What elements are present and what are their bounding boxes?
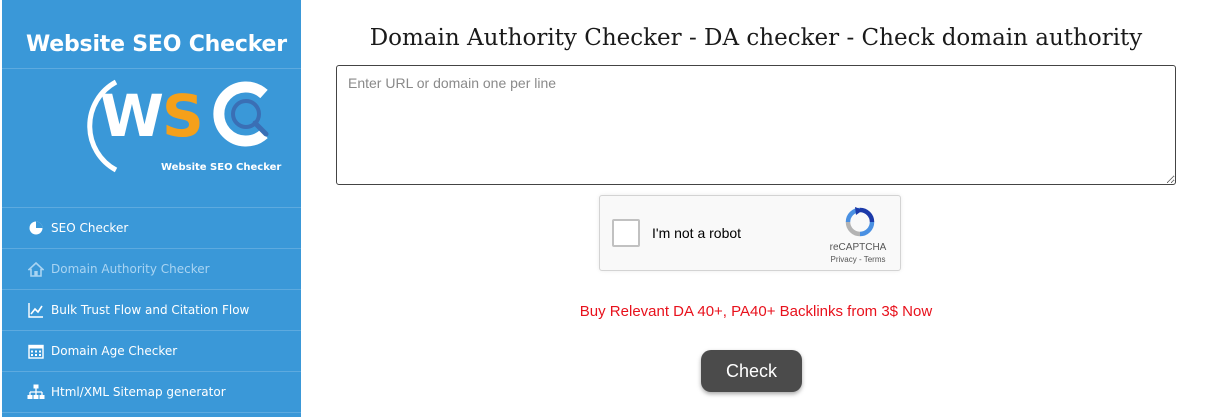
url-input[interactable] [336, 65, 1176, 185]
sidebar-item-label: Html/XML Sitemap generator [51, 385, 226, 399]
sidebar-item-domain-age-checker[interactable]: Domain Age Checker [2, 331, 301, 372]
page-title: Domain Authority Checker - DA checker - … [369, 25, 1143, 51]
sidebar-item-label: Domain Authority Checker [51, 262, 210, 276]
svg-text:S: S [162, 82, 204, 150]
backlinks-promo-link[interactable]: Buy Relevant DA 40+, PA40+ Backlinks fro… [336, 303, 1176, 320]
brand-title[interactable]: Website SEO Checker [26, 32, 301, 57]
sidebar-item-label: Domain Age Checker [51, 344, 178, 358]
check-button[interactable]: Check [701, 350, 802, 392]
wsc-logo-icon: W S [87, 79, 269, 173]
logo[interactable]: W S Website SEO Checker [2, 69, 301, 208]
calendar-icon [27, 342, 45, 360]
sidebar-item-label: Bulk Trust Flow and Citation Flow [51, 303, 250, 317]
svg-text:W: W [100, 82, 164, 150]
sidebar-item-seo-checker[interactable]: SEO Checker [2, 208, 301, 249]
home-icon [27, 260, 45, 278]
pie-chart-icon [27, 219, 45, 237]
trend-chart-icon [27, 301, 45, 319]
recaptcha-privacy-terms-link[interactable]: Privacy - Terms [822, 255, 894, 264]
recaptcha-brand: reCAPTCHA [829, 242, 887, 253]
sidebar-item-domain-authority-checker[interactable]: Domain Authority Checker [2, 249, 301, 290]
brand-header: Website SEO Checker [2, 0, 301, 69]
sidebar: Website SEO Checker W S Website SEO Chec… [2, 0, 301, 417]
recaptcha-label: I'm not a robot [652, 225, 742, 241]
logo-caption: Website SEO Checker [161, 162, 282, 173]
sidebar-item-bulk-trust-flow[interactable]: Bulk Trust Flow and Citation Flow [2, 290, 301, 331]
sidebar-item-sitemap-generator[interactable]: Html/XML Sitemap generator [2, 372, 301, 413]
recaptcha-widget: I'm not a robot reCAPTCHA Privacy - Term… [599, 195, 901, 271]
sitemap-icon [27, 383, 45, 401]
recaptcha-logo-icon [845, 207, 875, 237]
recaptcha-checkbox[interactable] [612, 219, 640, 247]
sidebar-item-label: SEO Checker [51, 221, 129, 235]
